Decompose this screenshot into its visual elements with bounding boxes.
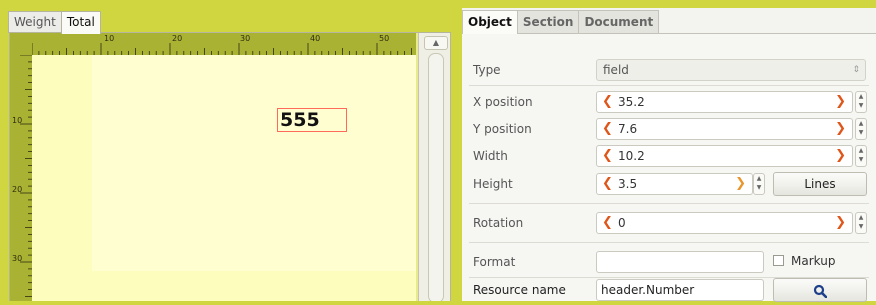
chevron-left-icon[interactable]: ❮ (602, 92, 613, 112)
ruler-corner (10, 33, 32, 55)
format-row: Format Markup (462, 249, 876, 275)
chevron-right-icon[interactable]: ❯ (835, 92, 846, 112)
ruler-label-v10: 10 (12, 116, 23, 125)
property-panel: Object Section Document Type field ⇕ X p… (462, 8, 876, 303)
ruler-label-v20: 20 (12, 185, 23, 194)
chevron-right-icon[interactable]: ❯ (835, 213, 846, 233)
ruler-label-30: 30 (240, 34, 251, 43)
ruler-label-20: 20 (172, 34, 183, 43)
tab-weight[interactable]: Weight (8, 11, 62, 33)
y-position-label: Y position (473, 122, 532, 136)
format-input[interactable] (596, 251, 764, 273)
scroll-up-icon[interactable]: ▲ (424, 36, 448, 50)
object-properties: Type field ⇕ X position ❮ 35.2 ❯ ▲ ▼ Y po… (462, 33, 876, 303)
rotation-field[interactable]: ❮ 0 ❯ (596, 212, 853, 234)
design-canvas: 10 20 30 40 50 10 20 30 555 ▲ (9, 32, 451, 301)
markup-label: Markup (791, 254, 836, 268)
chevron-left-icon[interactable]: ❮ (602, 146, 613, 166)
up-down-arrows-icon[interactable]: ▲ ▼ (855, 212, 867, 234)
y-position-row: Y position ❮ 7.6 ❯ ▲ ▼ (462, 116, 876, 142)
type-select[interactable]: field ⇕ (596, 59, 866, 81)
up-down-arrows-icon[interactable]: ▲ ▼ (753, 173, 765, 195)
ruler-label-10: 10 (104, 34, 115, 43)
tab-section[interactable]: Section (516, 10, 580, 33)
chevron-left-icon[interactable]: ❮ (602, 174, 613, 194)
separator (469, 242, 869, 243)
chevron-left-icon[interactable]: ❮ (602, 119, 613, 139)
width-value: 10.2 (618, 149, 645, 163)
rotation-value: 0 (618, 216, 626, 230)
separator (469, 85, 869, 86)
chevron-right-icon[interactable]: ❯ (735, 174, 746, 194)
y-position-value: 7.6 (618, 122, 638, 136)
resource-name-label: Resource name (473, 283, 566, 297)
type-value: field (603, 63, 629, 77)
designer-tab-bar: Weight Total (8, 11, 101, 34)
tab-object[interactable]: Object (462, 10, 518, 34)
height-row: Height ❮ 3.5 ❯ ▲ ▼ Lines (462, 171, 876, 197)
tab-total[interactable]: Total (60, 11, 101, 34)
lines-button[interactable]: Lines (773, 172, 867, 196)
x-position-row: X position ❮ 35.2 ❯ ▲ ▼ (462, 89, 876, 115)
resource-name-row: Resource name header.Number (462, 277, 876, 303)
resource-name-input[interactable]: header.Number (596, 279, 764, 301)
vertical-ruler: 10 20 30 (10, 55, 32, 301)
rotation-label: Rotation (473, 216, 524, 230)
type-row: Type field ⇕ (462, 57, 876, 83)
designer-pane: Weight Total 10 20 30 40 50 10 20 30 555… (0, 0, 460, 301)
canvas-vertical-scrollbar[interactable]: ▲ (418, 33, 450, 301)
type-label: Type (473, 63, 501, 77)
selected-field-element[interactable]: 555 (277, 108, 347, 132)
vertical-ruler-ticks (20, 55, 32, 297)
search-icon (813, 284, 828, 299)
tab-document[interactable]: Document (578, 10, 660, 33)
horizontal-ruler: 10 20 30 40 50 (10, 33, 416, 55)
up-down-arrows-icon[interactable]: ▲ ▼ (855, 145, 867, 167)
chevron-right-icon[interactable]: ❯ (835, 146, 846, 166)
height-field[interactable]: ❮ 3.5 ❯ (596, 173, 753, 195)
scrollbar-thumb[interactable] (428, 53, 444, 301)
rotation-row: Rotation ❮ 0 ❯ ▲ ▼ (462, 210, 876, 236)
width-row: Width ❮ 10.2 ❯ ▲ ▼ (462, 143, 876, 169)
up-down-arrows-icon[interactable]: ▲ ▼ (855, 118, 867, 140)
width-field[interactable]: ❮ 10.2 ❯ (596, 145, 853, 167)
x-position-field[interactable]: ❮ 35.2 ❯ (596, 91, 853, 113)
ruler-label-v30: 30 (12, 254, 23, 263)
chevron-right-icon[interactable]: ❯ (835, 119, 846, 139)
report-page[interactable]: 555 (32, 55, 416, 301)
property-tab-bar: Object Section Document (462, 10, 660, 34)
chevron-left-icon[interactable]: ❮ (602, 213, 613, 233)
format-label: Format (473, 255, 516, 269)
ruler-label-40: 40 (310, 34, 321, 43)
separator (469, 203, 869, 204)
markup-checkbox[interactable] (773, 255, 784, 266)
height-value: 3.5 (618, 177, 638, 191)
resource-search-button[interactable] (773, 278, 867, 302)
width-label: Width (473, 149, 508, 163)
page-printable-area (92, 55, 416, 271)
horizontal-ruler-ticks (31, 43, 412, 55)
ruler-label-50: 50 (379, 34, 390, 43)
resource-name-value: header.Number (601, 283, 695, 297)
up-down-arrows-icon[interactable]: ▲ ▼ (855, 91, 867, 113)
x-position-value: 35.2 (618, 95, 645, 109)
height-label: Height (473, 177, 513, 191)
y-position-field[interactable]: ❮ 7.6 ❯ (596, 118, 853, 140)
dropdown-arrows-icon: ⇕ (852, 65, 860, 75)
x-position-label: X position (473, 95, 533, 109)
